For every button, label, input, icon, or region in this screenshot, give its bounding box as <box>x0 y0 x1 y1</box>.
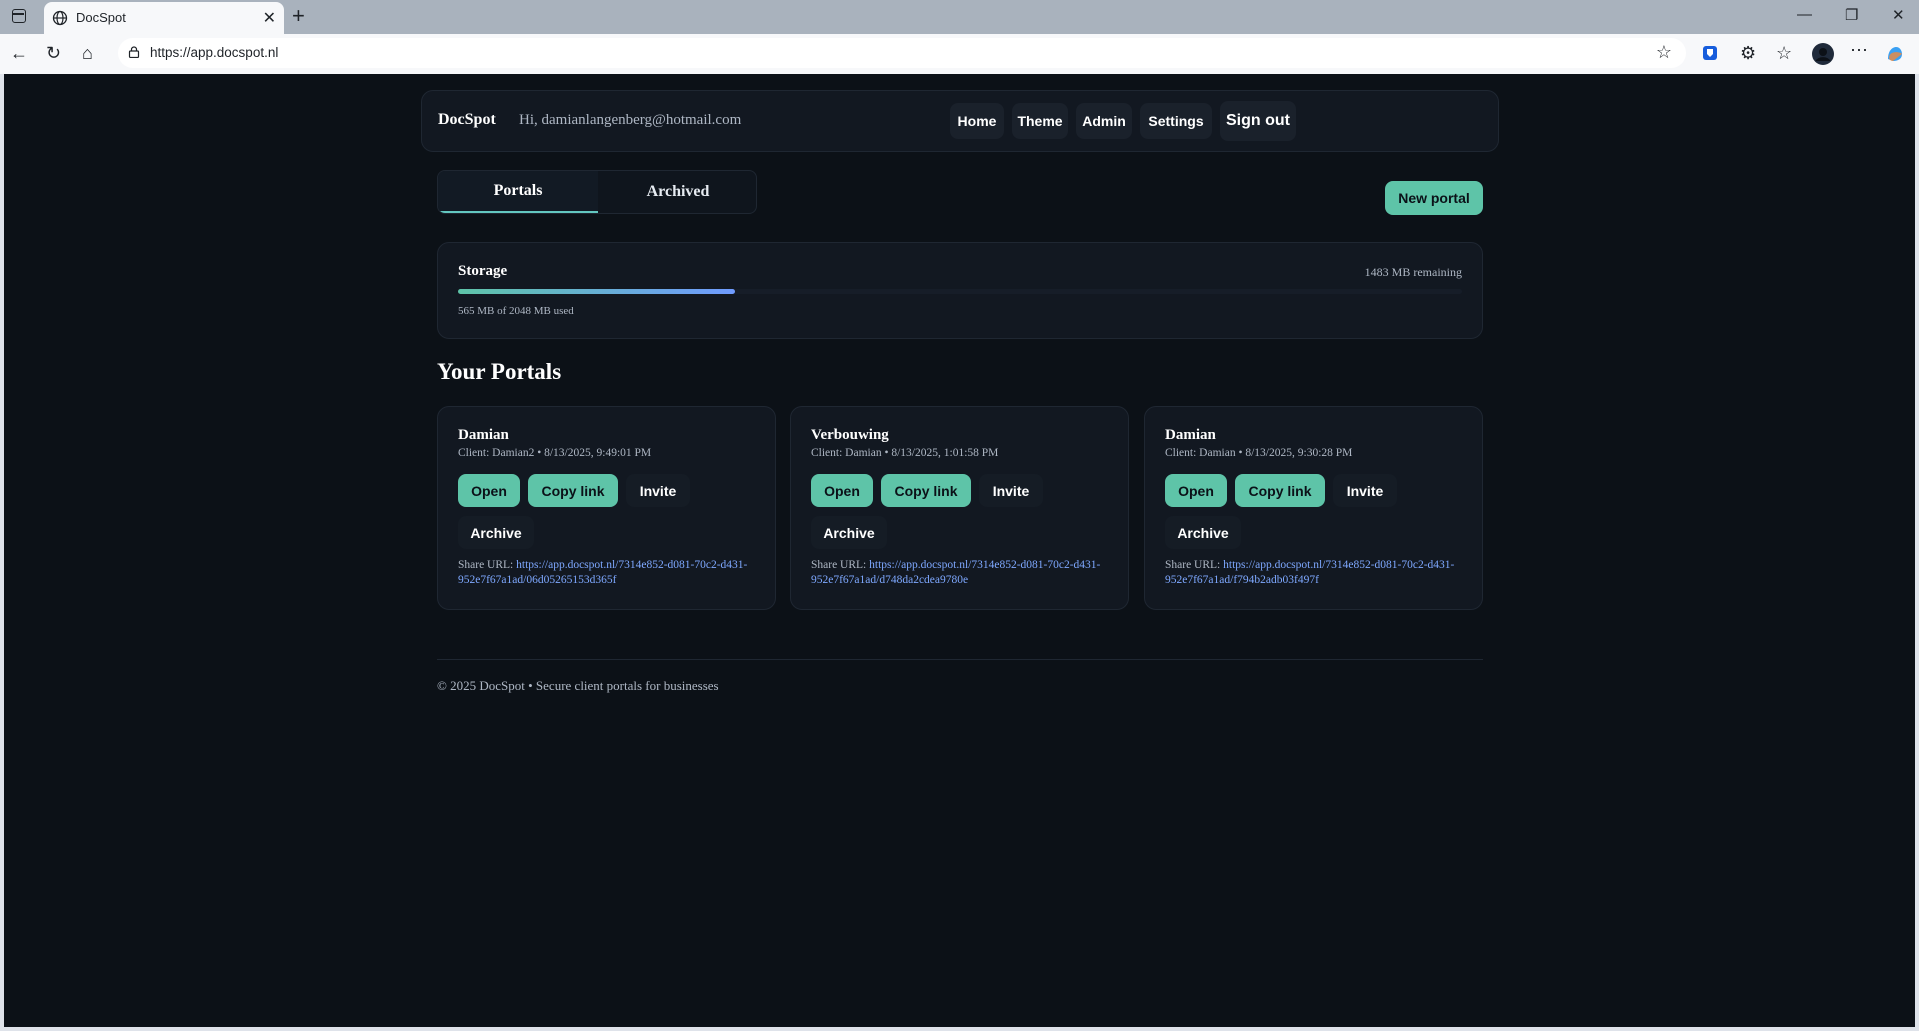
portal-meta: Client: Damian • 8/13/2025, 1:01:58 PM <box>811 447 999 459</box>
browser-toolbar: ← ↻ ⌂ https://app.docspot.nl ☆ ⚙ ☆ ⋯ <box>0 34 1919 74</box>
section-title: Your Portals <box>437 359 562 384</box>
favorite-star-icon[interactable]: ☆ <box>1656 42 1672 63</box>
copy-link-button[interactable]: Copy link <box>528 474 618 507</box>
new-portal-button[interactable]: New portal <box>1385 181 1483 215</box>
storage-progress-fill <box>458 289 736 294</box>
invite-button[interactable]: Invite <box>1333 474 1397 507</box>
portal-name: Damian <box>458 427 509 443</box>
archive-button[interactable]: Archive <box>458 516 534 549</box>
app-header: DocSpot Hi, damianlangenberg@hotmail.com… <box>421 90 1499 152</box>
footer-divider <box>437 659 1483 660</box>
nav-theme-button[interactable]: Theme <box>1012 103 1068 139</box>
storage-progress-bar <box>458 289 1462 294</box>
address-bar[interactable]: https://app.docspot.nl ☆ <box>118 38 1686 68</box>
archive-button[interactable]: Archive <box>1165 516 1241 549</box>
portal-name: Damian <box>1165 427 1216 443</box>
tab-actions-icon[interactable] <box>12 9 26 23</box>
reload-icon[interactable]: ↻ <box>46 43 61 64</box>
share-url-label: Share URL: <box>811 559 870 571</box>
nav-settings-button[interactable]: Settings <box>1140 103 1212 139</box>
favorites-icon[interactable]: ☆ <box>1776 43 1792 64</box>
footer-text: © 2025 DocSpot • Secure client portals f… <box>437 678 719 693</box>
copy-link-button[interactable]: Copy link <box>1235 474 1325 507</box>
back-icon[interactable]: ← <box>10 43 28 64</box>
copy-link-button[interactable]: Copy link <box>881 474 971 507</box>
lock-icon <box>128 46 140 58</box>
share-url: Share URL: https://app.docspot.nl/7314e8… <box>811 558 1111 588</box>
archive-button[interactable]: Archive <box>811 516 887 549</box>
open-button[interactable]: Open <box>811 474 873 507</box>
share-url-label: Share URL: <box>458 559 517 571</box>
storage-used: 565 MB of 2048 MB used <box>458 305 574 317</box>
app-viewport: DocSpot Hi, damianlangenberg@hotmail.com… <box>4 74 1915 1027</box>
copilot-icon[interactable] <box>1884 43 1906 65</box>
portal-card: Damian Client: Damian • 8/13/2025, 9:30:… <box>1144 406 1483 610</box>
portal-meta: Client: Damian • 8/13/2025, 9:30:28 PM <box>1165 447 1353 459</box>
user-greeting: Hi, damianlangenberg@hotmail.com <box>519 112 742 128</box>
home-icon[interactable]: ⌂ <box>82 43 93 64</box>
bitwarden-shield-icon[interactable] <box>1702 45 1718 61</box>
nav-home-button[interactable]: Home <box>950 103 1004 139</box>
tab-title: DocSpot <box>76 10 126 25</box>
new-tab-icon[interactable]: + <box>292 3 305 29</box>
portal-card: Damian Client: Damian2 • 8/13/2025, 9:49… <box>437 406 776 610</box>
globe-icon <box>52 10 68 26</box>
extensions-icon[interactable]: ⚙ <box>1740 43 1756 64</box>
invite-button[interactable]: Invite <box>626 474 690 507</box>
sign-out-button[interactable]: Sign out <box>1220 101 1296 141</box>
brand-name[interactable]: DocSpot <box>438 111 496 129</box>
storage-remaining: 1483 MB remaining <box>1364 265 1462 279</box>
restore-icon[interactable]: ❐ <box>1845 6 1858 24</box>
share-url-label: Share URL: <box>1165 559 1224 571</box>
browser-tab[interactable]: DocSpot ✕ <box>44 2 284 34</box>
minimize-icon[interactable]: — <box>1797 6 1812 23</box>
portal-tabs: Portals Archived <box>437 170 757 214</box>
portal-name: Verbouwing <box>811 427 889 443</box>
portal-meta: Client: Damian2 • 8/13/2025, 9:49:01 PM <box>458 447 652 459</box>
browser-titlebar: DocSpot ✕ + — ❐ ✕ <box>0 0 1919 34</box>
tab-archived[interactable]: Archived <box>598 171 756 213</box>
tab-portals[interactable]: Portals <box>438 171 598 213</box>
nav-admin-button[interactable]: Admin <box>1076 103 1132 139</box>
more-options-icon[interactable]: ⋯ <box>1850 40 1868 61</box>
close-tab-icon[interactable]: ✕ <box>263 8 276 28</box>
invite-button[interactable]: Invite <box>979 474 1043 507</box>
open-button[interactable]: Open <box>458 474 520 507</box>
share-url: Share URL: https://app.docspot.nl/7314e8… <box>1165 558 1465 588</box>
share-url: Share URL: https://app.docspot.nl/7314e8… <box>458 558 758 588</box>
profile-avatar-icon[interactable] <box>1812 43 1834 65</box>
close-window-icon[interactable]: ✕ <box>1892 6 1905 24</box>
url-text: https://app.docspot.nl <box>150 45 279 60</box>
storage-title: Storage <box>458 263 508 279</box>
open-button[interactable]: Open <box>1165 474 1227 507</box>
storage-panel: Storage 1483 MB remaining 565 MB of 2048… <box>437 242 1483 339</box>
portal-card: Verbouwing Client: Damian • 8/13/2025, 1… <box>790 406 1129 610</box>
